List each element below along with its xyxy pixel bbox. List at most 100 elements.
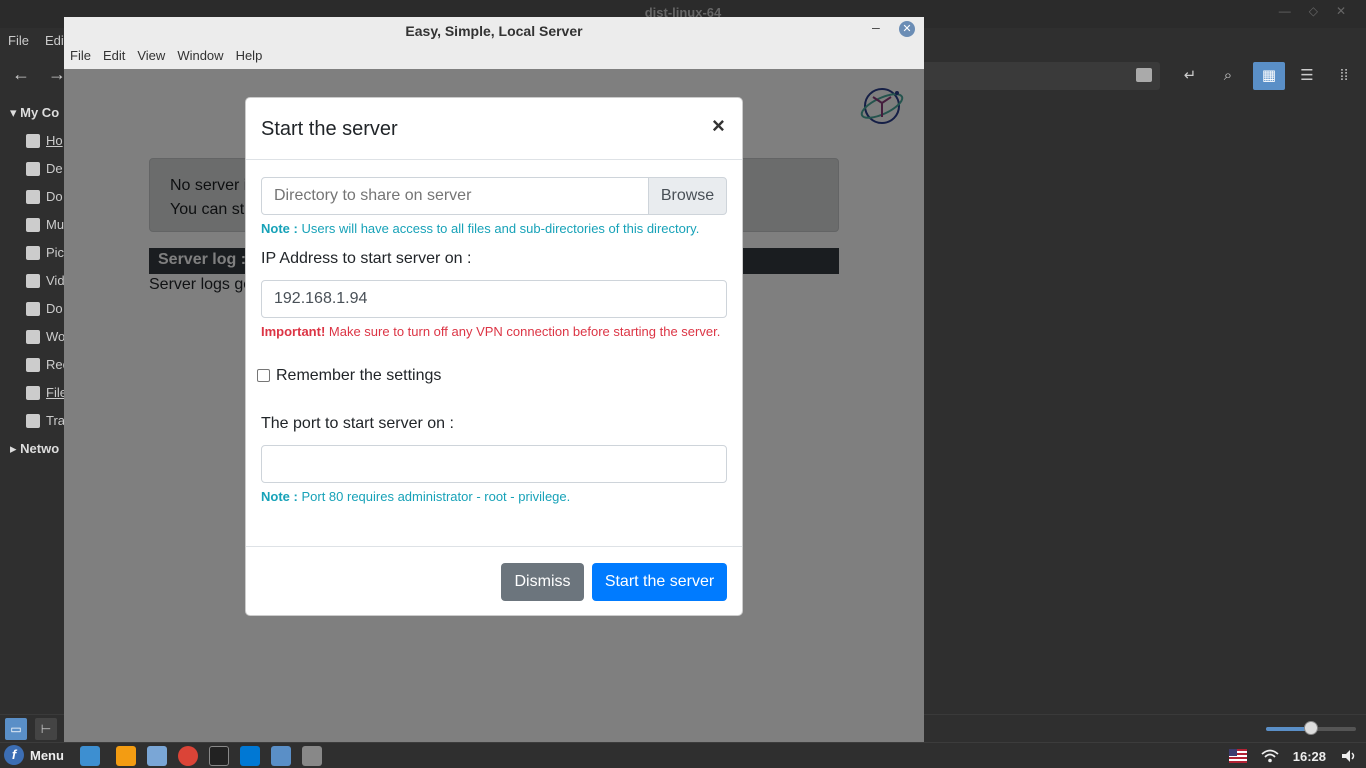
sidebar-my-computer-label: My Co — [20, 105, 60, 120]
app-menubar: File Edit View Window Help — [64, 45, 924, 69]
directory-input[interactable] — [261, 177, 649, 215]
modal-footer: Dismiss Start the server — [246, 546, 742, 616]
location-bar[interactable] — [920, 62, 1160, 90]
vpn-warning: Important! Make sure to turn off any VPN… — [261, 324, 720, 339]
sidebar-item-desktop[interactable]: De — [26, 161, 63, 176]
server-app-icon[interactable] — [302, 746, 322, 766]
menu-view[interactable]: View — [131, 45, 171, 69]
sidebar-my-computer[interactable]: ▾ My Co — [10, 105, 59, 121]
sidebar-network-label: Netwo — [20, 441, 60, 456]
sidebar-item-workspace[interactable]: Wo — [26, 329, 65, 344]
start-server-button[interactable]: Start the server — [592, 563, 727, 601]
note-text: Users will have access to all files and … — [301, 221, 700, 236]
browser-icon[interactable] — [147, 746, 167, 766]
search-icon[interactable]: ⌕ — [1212, 62, 1244, 90]
sidebar-item-trash[interactable]: Tra — [26, 413, 65, 428]
system-tray: 16:28 — [1228, 743, 1366, 768]
minimize-icon[interactable]: — — [1279, 4, 1291, 18]
sidebar-item-label: Tra — [46, 413, 66, 428]
dismiss-button[interactable]: Dismiss — [501, 563, 584, 601]
menu-label: Menu — [30, 747, 64, 763]
menu-edit[interactable]: Edit — [97, 45, 131, 69]
clock[interactable]: 16:28 — [1293, 749, 1326, 764]
clear-location-icon[interactable] — [1136, 68, 1152, 82]
menu-file[interactable]: File — [0, 28, 37, 54]
fedora-logo-icon: f — [4, 745, 24, 765]
drive-icon — [26, 385, 40, 400]
important-text: Make sure to turn off any VPN connection… — [328, 324, 721, 339]
recent-icon — [26, 357, 40, 372]
ip-address-input[interactable] — [261, 280, 727, 318]
software-center-icon[interactable] — [116, 746, 136, 766]
close-icon[interactable]: ✕ — [899, 21, 915, 37]
start-menu-button[interactable]: f Menu — [4, 745, 64, 765]
show-desktop-icon[interactable] — [80, 746, 100, 766]
sidebar-item-downloads[interactable]: Do — [26, 301, 63, 316]
browse-button[interactable]: Browse — [648, 177, 727, 215]
sidebar-item-label: Do — [46, 189, 63, 204]
vscode-icon[interactable] — [240, 746, 260, 766]
toggle-location-icon[interactable]: ↵ — [1174, 62, 1206, 90]
port-note: Note : Port 80 requires administrator - … — [261, 489, 570, 504]
home-icon — [26, 133, 40, 148]
modal-title: Start the server — [261, 118, 398, 140]
sidebar-item-label: Wo — [46, 329, 66, 344]
trash-icon — [26, 413, 40, 428]
tree-view-icon[interactable]: ⊢ — [35, 718, 57, 740]
sidebar-item-label: Mu — [46, 217, 65, 232]
wifi-icon[interactable] — [1261, 749, 1279, 763]
sidebar-item-label: Ho — [46, 133, 63, 148]
menu-help[interactable]: Help — [230, 45, 269, 69]
directory-note: Note : Users will have access to all fil… — [261, 221, 699, 236]
window-controls: — ◇ ✕ — [1279, 4, 1346, 18]
maximize-icon[interactable]: ◇ — [1309, 4, 1318, 18]
minimize-icon[interactable]: ‒ — [872, 19, 880, 35]
sidebar-item-filesystem[interactable]: File — [26, 385, 67, 400]
document-icon — [26, 189, 40, 204]
port-input[interactable] — [261, 445, 727, 483]
remember-settings-checkbox[interactable] — [257, 369, 270, 382]
music-icon — [26, 217, 40, 232]
note-text: Port 80 requires administrator - root - … — [301, 489, 571, 504]
chrome-icon[interactable] — [178, 746, 198, 766]
sidebar-item-home[interactable]: Ho — [26, 133, 63, 148]
sidebar-item-music[interactable]: Mu — [26, 217, 64, 232]
back-arrow-icon[interactable]: ← — [12, 64, 30, 85]
us-flag-icon[interactable] — [1228, 749, 1247, 763]
close-icon[interactable]: ✕ — [1336, 4, 1346, 18]
app-title: Easy, Simple, Local Server — [405, 23, 583, 39]
terminal-icon[interactable] — [209, 746, 229, 766]
zoom-slider[interactable] — [1266, 721, 1356, 735]
port-label: The port to start server on : — [261, 415, 454, 432]
remember-settings-label[interactable]: Remember the settings — [276, 367, 441, 385]
sidebar-network[interactable]: ▸ Netwo — [10, 441, 59, 457]
sidebar-item-pictures[interactable]: Pic — [26, 245, 64, 260]
film-icon — [26, 273, 40, 288]
places-icon[interactable]: ▭ — [5, 718, 27, 740]
folder-icon — [26, 329, 40, 344]
list-view-icon[interactable]: ☰ — [1291, 62, 1323, 90]
important-label: Important! — [261, 324, 326, 339]
app-titlebar: Easy, Simple, Local Server ‒ ✕ — [64, 17, 924, 45]
sidebar-item-label: Pic — [46, 245, 65, 260]
sidebar-item-recent[interactable]: Rec — [26, 357, 69, 372]
taskbar: f Menu 16:28 — [0, 742, 1366, 768]
download-icon — [26, 301, 40, 316]
note-label: Note : — [261, 489, 298, 504]
files-icon[interactable] — [271, 746, 291, 766]
volume-icon[interactable] — [1340, 749, 1358, 763]
sidebar: ▾ My Co Ho De Do Mu Pic Vid Do Wo Rec Fi… — [0, 96, 69, 716]
sidebar-item-videos[interactable]: Vid — [26, 273, 65, 288]
sidebar-item-label: De — [46, 161, 63, 176]
camera-icon — [26, 245, 40, 260]
menu-file[interactable]: File — [64, 45, 97, 69]
modal-header: Start the server × — [246, 98, 742, 160]
modal-close-button[interactable]: × — [712, 113, 725, 139]
zoom-slider-handle[interactable] — [1304, 721, 1318, 735]
start-server-modal: Start the server × Browse Note : Users w… — [245, 97, 743, 616]
sidebar-item-documents[interactable]: Do — [26, 189, 63, 204]
compact-view-icon[interactable]: ⁞⁞ — [1328, 62, 1360, 90]
menu-window[interactable]: Window — [171, 45, 229, 69]
sidebar-item-label: Vid — [46, 273, 65, 288]
icon-view-icon[interactable]: ▦ — [1253, 62, 1285, 90]
